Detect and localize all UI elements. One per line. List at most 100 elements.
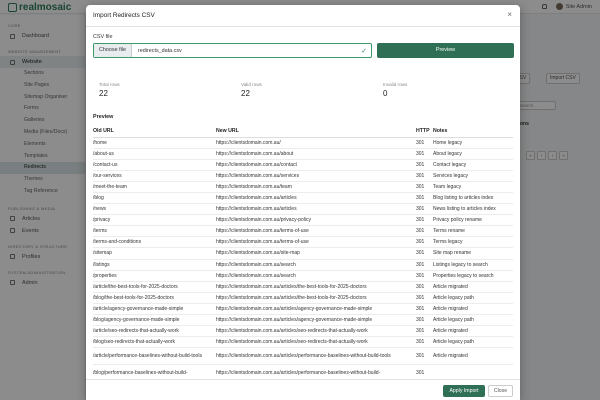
stat-total-value: 22 bbox=[99, 89, 108, 98]
cell-old-url: /privacy bbox=[93, 214, 216, 227]
table-row: /our-services https://clientsdomain.com.a… bbox=[93, 170, 513, 182]
cell-notes: Terms rename bbox=[433, 225, 513, 238]
table-row: /article/the-best-tools-for-2025-doctors… bbox=[93, 281, 513, 293]
cell-http: 301 bbox=[416, 336, 433, 349]
cell-notes: Properties legacy to search bbox=[433, 270, 513, 282]
cell-http: 301 bbox=[416, 137, 433, 149]
cell-new-url: https://clientsdomain.com.au/privacy-pol… bbox=[216, 214, 416, 227]
choose-file-button[interactable]: Choose file bbox=[94, 44, 132, 57]
stat-total: Total rows 22 bbox=[99, 82, 120, 98]
cell-http: 301 bbox=[416, 148, 433, 160]
cell-notes: Article migrated bbox=[433, 303, 513, 316]
col-http: HTTP bbox=[416, 126, 433, 138]
cell-notes: Article migrated bbox=[433, 325, 513, 338]
cell-http: 301 bbox=[416, 259, 433, 271]
cell-http: 301 bbox=[416, 192, 433, 205]
cell-notes: About legacy bbox=[433, 148, 513, 160]
cell-new-url: https://clientsdomain.com.au/articles/se… bbox=[216, 336, 416, 349]
cell-http: 301 bbox=[416, 181, 433, 193]
cell-old-url: /contact-us bbox=[93, 159, 216, 171]
cell-new-url: https://clientsdomain.com.au/articles/th… bbox=[216, 292, 416, 304]
table-row: /blog/agency-governance-made-simple https… bbox=[93, 314, 513, 327]
cell-old-url: /article/the-best-tools-for-2025-doctors bbox=[93, 281, 216, 293]
cell-old-url: /meet-the-team bbox=[93, 181, 216, 193]
cell-new-url: https://clientsdomain.com.au/articles/th… bbox=[216, 281, 416, 293]
table-row: /blog/performance-baselines-without-buil… bbox=[93, 364, 513, 376]
cell-old-url: /article/performance-baselines-without-b… bbox=[93, 347, 216, 366]
cell-http: 301 bbox=[416, 170, 433, 182]
cell-notes: Article migrated bbox=[433, 347, 513, 366]
table-row: /blog/the-best-tools-for-2025-doctors htt… bbox=[93, 292, 513, 304]
cell-old-url: /our-services bbox=[93, 170, 216, 182]
table-row: /privacy https://clientsdomain.com.au/pri… bbox=[93, 214, 513, 227]
cell-notes: Contact legacy bbox=[433, 159, 513, 171]
cell-http: 301 bbox=[416, 247, 433, 260]
table-row: /blog https://clientsdomain.com.au/articl… bbox=[93, 192, 513, 205]
cell-notes: Article legacy path bbox=[433, 292, 513, 304]
cell-notes: Article legacy path bbox=[433, 336, 513, 349]
table-row: /article/performance-baselines-without-b… bbox=[93, 347, 513, 366]
import-redirects-modal: Import Redirects CSV × CSV file Choose f… bbox=[86, 5, 520, 400]
table-row: /terms https://clientsdomain.com.au/terms… bbox=[93, 225, 513, 238]
cell-new-url: https://clientsdomain.com.au/articles/ag… bbox=[216, 314, 416, 327]
cell-notes: Article migrated bbox=[433, 281, 513, 293]
cell-http: 301 bbox=[416, 347, 433, 366]
cell-new-url: https://clientsdomain.com.au/articles bbox=[216, 192, 416, 205]
cell-new-url: https://clientsdomain.com.au/terms-of-us… bbox=[216, 225, 416, 238]
cell-new-url: https://clientsdomain.com.au/terms-of-us… bbox=[216, 236, 416, 249]
cell-old-url: /terms-and-conditions bbox=[93, 236, 216, 249]
modal-header: Import Redirects CSV × bbox=[86, 5, 520, 27]
cell-new-url: https://clientsdomain.com.au/contact bbox=[216, 159, 416, 171]
cell-notes bbox=[433, 364, 513, 376]
file-input[interactable]: Choose file redirects_data.csv ✓ bbox=[93, 43, 372, 58]
cell-notes: Article legacy path bbox=[433, 314, 513, 327]
cell-notes: Listings legacy to search bbox=[433, 259, 513, 271]
cell-http: 301 bbox=[416, 292, 433, 304]
preview-button[interactable]: Preview bbox=[377, 43, 514, 58]
stat-valid-value: 22 bbox=[241, 89, 250, 98]
close-button[interactable]: Close bbox=[488, 385, 513, 397]
cell-old-url: /article/seo-redirects-that-actually-wor… bbox=[93, 325, 216, 338]
cell-http: 301 bbox=[416, 159, 433, 171]
cell-old-url: /blog bbox=[93, 192, 216, 205]
stat-valid-label: Valid rows bbox=[241, 82, 262, 87]
cell-new-url: https://clientsdomain.com.au/team bbox=[216, 181, 416, 193]
cell-new-url: https://clientsdomain.com.au/site-map bbox=[216, 247, 416, 260]
cell-new-url: https://clientsdomain.com.au/articles bbox=[216, 203, 416, 216]
cell-http: 301 bbox=[416, 214, 433, 227]
table-row: /article/seo-redirects-that-actually-wor… bbox=[93, 325, 513, 338]
col-notes: Notes bbox=[433, 126, 513, 138]
cell-http: 301 bbox=[416, 303, 433, 316]
modal-title: Import Redirects CSV bbox=[93, 12, 155, 19]
cell-old-url: /about-us bbox=[93, 148, 216, 160]
table-row: /news https://clientsdomain.com.au/articl… bbox=[93, 203, 513, 216]
apply-import-button[interactable]: Apply Import bbox=[443, 385, 485, 397]
stat-invalid-value: 0 bbox=[383, 89, 388, 98]
cell-old-url: /terms bbox=[93, 225, 216, 238]
table-row: /properties https://clientsdomain.com.au/… bbox=[93, 270, 513, 282]
cell-http: 301 bbox=[416, 270, 433, 282]
cell-old-url: /blog/the-best-tools-for-2025-doctors bbox=[93, 292, 216, 304]
table-row: /meet-the-team https://clientsdomain.com.… bbox=[93, 181, 513, 193]
cell-old-url: /blog/agency-governance-made-simple bbox=[93, 314, 216, 327]
cell-notes: News listing to articles index bbox=[433, 203, 513, 216]
table-row: /terms-and-conditions https://clientsdoma… bbox=[93, 236, 513, 249]
table-row: /contact-us https://clientsdomain.com.au/… bbox=[93, 159, 513, 171]
close-icon[interactable]: × bbox=[507, 10, 512, 19]
table-row: /about-us https://clientsdomain.com.au/ab… bbox=[93, 148, 513, 160]
cell-new-url: https://clientsdomain.com.au/articles/ag… bbox=[216, 303, 416, 316]
cell-http: 301 bbox=[416, 236, 433, 249]
cell-notes: Terms legacy bbox=[433, 236, 513, 249]
cell-old-url: /listings bbox=[93, 259, 216, 271]
cell-old-url: /news bbox=[93, 203, 216, 216]
table-row: /article/agency-governance-made-simple ht… bbox=[93, 303, 513, 316]
cell-notes: Privacy policy rename bbox=[433, 214, 513, 227]
preview-table-container[interactable]: Old URL New URL HTTP Notes /home https://… bbox=[93, 126, 513, 376]
cell-http: 301 bbox=[416, 364, 433, 376]
cell-new-url: https://clientsdomain.com.au/ bbox=[216, 137, 416, 149]
table-row: /home https://clientsdomain.com.au/301 Hom… bbox=[93, 137, 513, 149]
cell-old-url: /blog/seo-redirects-that-actually-work bbox=[93, 336, 216, 349]
col-new-url: New URL bbox=[216, 126, 416, 138]
stat-total-label: Total rows bbox=[99, 82, 120, 87]
cell-http: 301 bbox=[416, 203, 433, 216]
